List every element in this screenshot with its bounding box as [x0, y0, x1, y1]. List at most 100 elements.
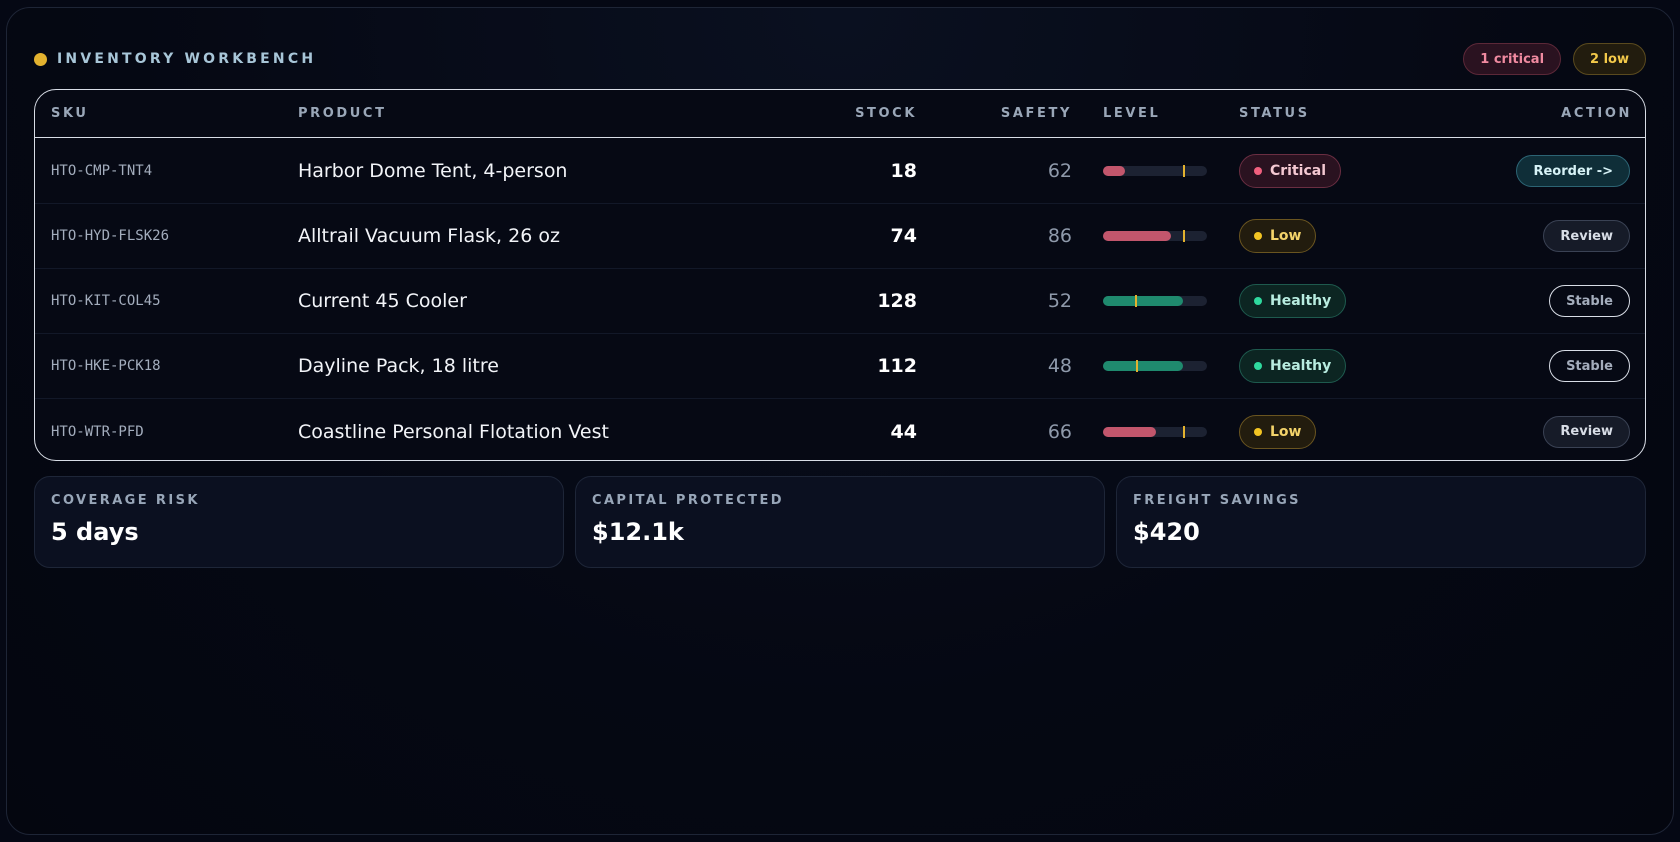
- column-header-level[interactable]: LEVEL: [1103, 90, 1160, 138]
- sku-cell: HTO-HKE-PCK18: [51, 358, 161, 374]
- sku-cell: HTO-KIT-COL45: [51, 293, 161, 309]
- review-button[interactable]: Review: [1543, 220, 1630, 252]
- panel-header: INVENTORY WORKBENCH 1 critical 2 low: [34, 42, 1646, 76]
- action-cell: Review: [1543, 204, 1630, 268]
- metric-card-freight-savings: FREIGHT SAVINGS $420: [1116, 476, 1646, 568]
- status-cell: Healthy: [1239, 269, 1347, 333]
- column-header-sku[interactable]: SKU: [51, 90, 89, 138]
- stock-cell: 74: [890, 225, 917, 247]
- safety-marker: [1135, 295, 1137, 307]
- status-dot-icon: [1254, 232, 1262, 240]
- safety-cell: 52: [1047, 290, 1072, 312]
- column-header-status[interactable]: STATUS: [1239, 90, 1310, 138]
- table-row[interactable]: HTO-HKE-PCK18 Dayline Pack, 18 litre 112 48…: [35, 334, 1645, 399]
- sku-cell: HTO-WTR-PFD: [51, 423, 144, 440]
- low-count-badge[interactable]: 2 low: [1573, 43, 1646, 75]
- sku-cell: HTO-HYD-FLSK26: [51, 228, 170, 244]
- column-header-action[interactable]: ACTION: [1561, 90, 1632, 138]
- status-badge: Critical: [1239, 154, 1342, 188]
- status-cell: Healthy: [1239, 334, 1347, 398]
- status-label: Critical: [1270, 163, 1327, 179]
- status-dot-icon: [34, 52, 47, 66]
- review-button[interactable]: Review: [1543, 415, 1630, 448]
- status-dot-icon: [1254, 297, 1262, 305]
- stock-level-fill: [1103, 166, 1125, 176]
- safety-marker: [1183, 230, 1185, 242]
- safety-marker: [1183, 165, 1185, 177]
- table-row[interactable]: HTO-KIT-COL45 Current 45 Cooler 128 52 Healt…: [35, 269, 1645, 334]
- safety-cell: 62: [1047, 160, 1072, 182]
- product-cell: Coastline Personal Flotation Vest: [298, 420, 609, 443]
- sku-cell: HTO-CMP-TNT4: [51, 163, 153, 179]
- status-label: Low: [1270, 423, 1302, 440]
- metric-value: 5 days: [51, 518, 139, 546]
- status-badge: Low: [1239, 219, 1317, 253]
- safety-cell: 86: [1047, 225, 1072, 247]
- column-header-stock[interactable]: STOCK: [855, 90, 917, 138]
- stock-cell: 44: [890, 420, 917, 443]
- safety-cell: 48: [1047, 355, 1072, 377]
- status-cell: Low: [1239, 399, 1317, 460]
- stock-cell: 18: [890, 160, 917, 182]
- metric-label: CAPITAL PROTECTED: [592, 493, 784, 508]
- stable-button[interactable]: Stable: [1549, 285, 1630, 317]
- product-cell: Dayline Pack, 18 litre: [298, 355, 499, 377]
- metric-card-coverage-risk: COVERAGE RISK 5 days: [34, 476, 564, 568]
- metric-label: FREIGHT SAVINGS: [1133, 493, 1301, 508]
- table-row[interactable]: HTO-WTR-PFD Coastline Personal Flotation …: [35, 399, 1645, 460]
- level-cell: [1103, 269, 1207, 333]
- status-cell: Critical: [1239, 139, 1342, 203]
- safety-cell: 66: [1047, 420, 1072, 443]
- table-header: SKU PRODUCT STOCK SAFETY LEVEL STATUS AC…: [35, 90, 1645, 138]
- stock-cell: 128: [877, 290, 917, 312]
- status-label: Healthy: [1270, 358, 1332, 374]
- panel-title: INVENTORY WORKBENCH: [57, 51, 317, 67]
- action-cell: Reorder ->: [1516, 139, 1630, 203]
- stock-level-bar: [1103, 165, 1207, 177]
- table-row[interactable]: HTO-CMP-TNT4 Harbor Dome Tent, 4-person 18…: [35, 139, 1645, 204]
- action-cell: Stable: [1549, 334, 1630, 398]
- status-badge: Healthy: [1239, 349, 1347, 383]
- stable-button[interactable]: Stable: [1549, 350, 1630, 382]
- inventory-table: SKU PRODUCT STOCK SAFETY LEVEL STATUS AC…: [34, 89, 1646, 461]
- level-cell: [1103, 334, 1207, 398]
- column-header-safety[interactable]: SAFETY: [1001, 90, 1072, 138]
- metric-cards: COVERAGE RISK 5 days CAPITAL PROTECTED $…: [34, 476, 1646, 568]
- action-cell: Stable: [1549, 269, 1630, 333]
- column-header-product[interactable]: PRODUCT: [298, 90, 387, 138]
- product-cell: Alltrail Vacuum Flask, 26 oz: [298, 225, 560, 247]
- status-label: Healthy: [1270, 293, 1332, 309]
- table-row[interactable]: HTO-HYD-FLSK26 Alltrail Vacuum Flask, 26 …: [35, 204, 1645, 269]
- stock-level-bar: [1103, 295, 1207, 307]
- summary-badges: 1 critical 2 low: [1463, 43, 1646, 75]
- product-cell: Harbor Dome Tent, 4-person: [298, 160, 568, 182]
- status-badge: Healthy: [1239, 284, 1347, 318]
- stock-level-fill: [1103, 426, 1156, 437]
- status-dot-icon: [1254, 167, 1262, 175]
- metric-value: $420: [1133, 518, 1200, 546]
- status-dot-icon: [1254, 362, 1262, 370]
- stock-level-bar: [1103, 425, 1207, 438]
- metric-value: $12.1k: [592, 518, 684, 546]
- stock-level-fill: [1103, 231, 1171, 241]
- level-cell: [1103, 399, 1207, 460]
- status-badge: Low: [1239, 414, 1317, 449]
- level-cell: [1103, 204, 1207, 268]
- stock-cell: 112: [877, 355, 917, 377]
- safety-marker: [1136, 360, 1138, 372]
- reorder-button[interactable]: Reorder ->: [1516, 155, 1630, 187]
- safety-marker: [1183, 425, 1185, 438]
- status-dot-icon: [1254, 427, 1262, 436]
- stock-level-bar: [1103, 230, 1207, 242]
- critical-count-badge[interactable]: 1 critical: [1463, 43, 1562, 75]
- level-cell: [1103, 139, 1207, 203]
- status-label: Low: [1270, 228, 1302, 244]
- status-cell: Low: [1239, 204, 1317, 268]
- stock-level-fill: [1103, 361, 1183, 371]
- product-cell: Current 45 Cooler: [298, 290, 467, 312]
- metric-card-capital-protected: CAPITAL PROTECTED $12.1k: [575, 476, 1105, 568]
- stock-level-fill: [1103, 296, 1183, 306]
- stock-level-bar: [1103, 360, 1207, 372]
- metric-label: COVERAGE RISK: [51, 493, 200, 508]
- action-cell: Review: [1543, 399, 1630, 460]
